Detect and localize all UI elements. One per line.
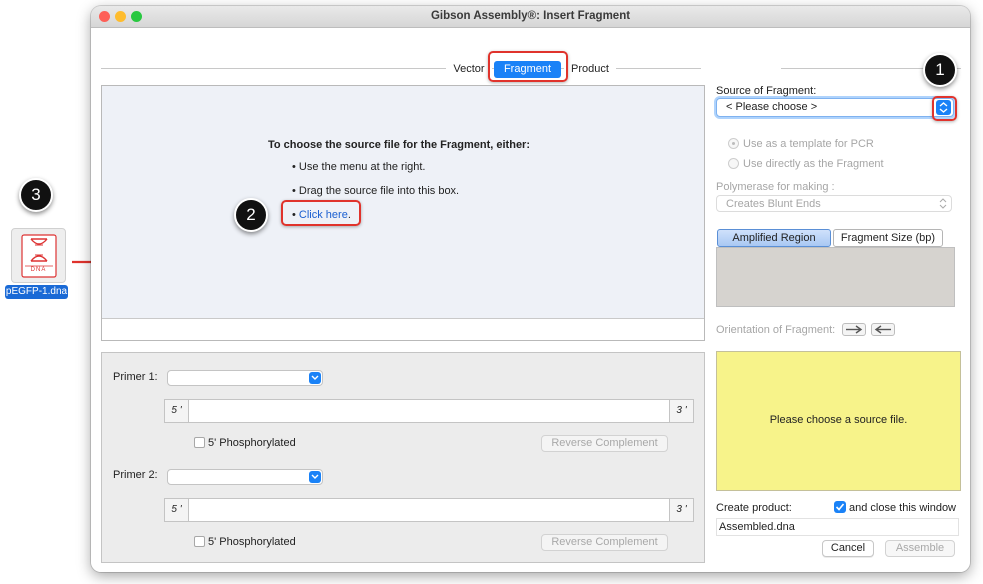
drop-instructions-heading: To choose the source file for the Fragme…: [268, 139, 531, 151]
source-of-fragment-select[interactable]: < Please choose >: [716, 98, 954, 117]
polymerase-value: Creates Blunt Ends: [726, 198, 821, 210]
tab-product[interactable]: Product: [564, 61, 616, 78]
drop-area-footer: [102, 318, 704, 340]
close-window-checkbox[interactable]: [834, 501, 846, 513]
primer-2-sequence-field[interactable]: 5 ' 3 ': [164, 498, 694, 522]
primer-2-select[interactable]: [167, 469, 323, 485]
orientation-label: Orientation of Fragment:: [716, 324, 836, 336]
arrow-left-icon: [874, 325, 891, 334]
source-select-highlight: [932, 96, 957, 121]
primer-1-label: Primer 1:: [113, 371, 158, 383]
primer-1-reverse-complement-button[interactable]: Reverse Complement: [541, 435, 668, 452]
polymerase-label: Polymerase for making :: [716, 181, 835, 193]
arrow-right-icon: [846, 325, 863, 334]
title-bar: Gibson Assembly®: Insert Fragment: [91, 6, 970, 28]
orientation-reverse-button[interactable]: [871, 323, 895, 336]
primer-1-select[interactable]: [167, 370, 323, 386]
fragment-preview-panel: Please choose a source file.: [716, 351, 961, 491]
preview-message: Please choose a source file.: [769, 414, 908, 426]
dialog-content: Vector Fragment Product To choose the so…: [91, 28, 970, 572]
step-badge-2: 2: [234, 198, 268, 232]
file-name-label[interactable]: pEGFP-1.dna: [5, 285, 68, 299]
click-here-highlight: [281, 200, 361, 226]
tab-vector[interactable]: Vector: [446, 61, 492, 78]
use-directly-radio[interactable]: [728, 158, 739, 169]
drop-bullet-drag: • Drag the source file into this box.: [292, 185, 460, 197]
fragment-size-label: Fragment Size (bp): [840, 232, 936, 244]
use-directly-label: Use directly as the Fragment: [743, 158, 884, 170]
tab-amplified-region[interactable]: Amplified Region: [717, 229, 831, 247]
chevron-down-icon: [309, 372, 321, 384]
cancel-button-label: Cancel: [830, 542, 866, 554]
primers-panel: Primer 1: 5 ' 3 ' 5' Phosphorylated Reve…: [101, 352, 705, 563]
fragment-tab-highlight: [488, 51, 568, 82]
primer-1-three-prime-end: 3 ': [669, 400, 693, 422]
orientation-forward-button[interactable]: [842, 323, 866, 336]
cancel-button[interactable]: Cancel: [822, 540, 874, 557]
dna-file-icon[interactable]: DNA: [11, 228, 66, 283]
amplified-region-label: Amplified Region: [732, 232, 816, 244]
gibson-assembly-window: Gibson Assembly®: Insert Fragment Vector…: [91, 6, 970, 572]
primer-2-three-prime-end: 3 ': [669, 499, 693, 521]
chevron-down-icon: [309, 471, 321, 483]
window-title: Gibson Assembly®: Insert Fragment: [430, 10, 631, 22]
primer-1-five-prime-end: 5 ': [165, 400, 189, 422]
template-pcr-radio[interactable]: [728, 138, 739, 149]
primer-2-five-prime-end: 5 ': [165, 499, 189, 521]
product-filename-value: Assembled.dna: [719, 521, 795, 533]
step-badge-3: 3: [19, 178, 53, 212]
create-product-label: Create product:: [716, 502, 792, 514]
product-filename-field[interactable]: Assembled.dna: [716, 518, 959, 536]
template-pcr-label: Use as a template for PCR: [743, 138, 874, 150]
primer-2-phosphorylated-label: 5' Phosphorylated: [208, 536, 296, 548]
source-selected-value: < Please choose >: [726, 101, 818, 113]
source-drop-area[interactable]: To choose the source file for the Fragme…: [101, 85, 705, 341]
primer-1-sequence-field[interactable]: 5 ' 3 ': [164, 399, 694, 423]
tab-fragment-size[interactable]: Fragment Size (bp): [833, 229, 943, 247]
primer-1-phosphorylated-checkbox[interactable]: [194, 437, 205, 448]
polymerase-select[interactable]: Creates Blunt Ends: [716, 195, 952, 212]
step-badge-1: 1: [923, 53, 957, 87]
drop-bullet-menu: • Use the menu at the right.: [292, 161, 426, 173]
primer-2-reverse-complement-button[interactable]: Reverse Complement: [541, 534, 668, 551]
source-of-fragment-label: Source of Fragment:: [716, 85, 817, 97]
primer-2-label: Primer 2:: [113, 469, 158, 481]
primer-1-phosphorylated-label: 5' Phosphorylated: [208, 437, 296, 449]
updown-chevron-icon: [939, 198, 947, 212]
primer-2-phosphorylated-checkbox[interactable]: [194, 536, 205, 547]
dna-icon-label: DNA: [30, 267, 47, 273]
close-window-label: and close this window: [849, 502, 957, 514]
region-display: [716, 247, 955, 307]
assemble-button[interactable]: Assemble: [885, 540, 955, 557]
